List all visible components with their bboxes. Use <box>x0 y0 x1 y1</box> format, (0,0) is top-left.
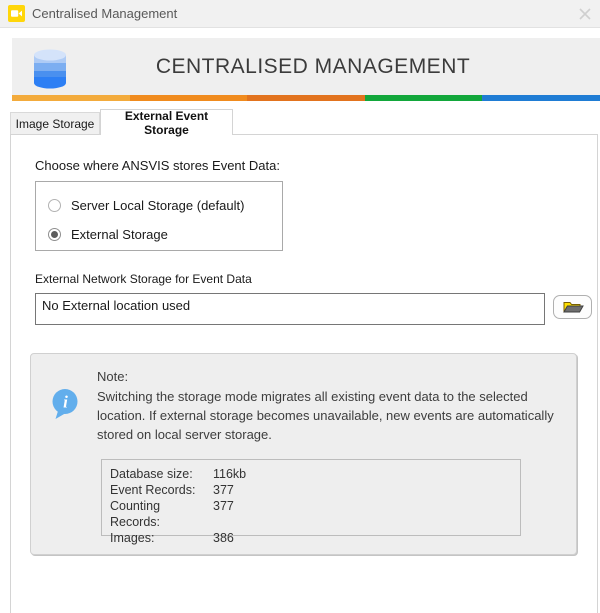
radio-option-server-local-storage[interactable]: Server Local Storage (default) <box>48 198 244 213</box>
external-storage-path-input[interactable]: No External location used <box>35 293 545 325</box>
window-title: Centralised Management <box>32 6 177 21</box>
header-stripe-segment <box>365 95 483 101</box>
stat-row-database-size: Database size: 116kb <box>110 466 512 482</box>
info-icon: i <box>51 388 79 420</box>
note-title: Note: <box>97 369 128 384</box>
header-stripe-segment <box>12 95 130 101</box>
page-title: CENTRALISED MANAGEMENT <box>142 55 470 79</box>
external-storage-label: External Network Storage for Event Data <box>35 272 252 286</box>
title-bar: Centralised Management <box>0 0 600 28</box>
stat-label: Event Records: <box>110 482 213 498</box>
tab-image-storage[interactable]: Image Storage <box>10 112 100 134</box>
stat-value: 377 <box>213 482 512 498</box>
svg-text:i: i <box>63 393 68 412</box>
radio-label: External Storage <box>71 227 168 242</box>
stat-value: 386 <box>213 530 512 546</box>
stat-value: 116kb <box>213 466 512 482</box>
stat-row-images: Images: 386 <box>110 530 512 546</box>
header-banner: CENTRALISED MANAGEMENT <box>12 38 600 95</box>
radio-button-selected[interactable] <box>48 228 61 241</box>
radio-button-unselected[interactable] <box>48 199 61 212</box>
stat-row-counting-records: Counting Records: 377 <box>110 498 512 530</box>
open-folder-icon <box>562 299 584 315</box>
video-camera-icon <box>10 7 23 20</box>
header-stripe-segment <box>247 95 365 101</box>
storage-choice-label: Choose where ANSVIS stores Event Data: <box>35 158 280 173</box>
storage-options-group: Server Local Storage (default) External … <box>35 181 283 251</box>
centralised-management-window: Centralised Management CENTRALISED MANAG… <box>0 0 600 613</box>
radio-label: Server Local Storage (default) <box>71 198 244 213</box>
tab-label: Image Storage <box>16 117 95 131</box>
storage-stats-group: Database size: 116kb Event Records: 377 … <box>101 459 521 536</box>
browse-button[interactable] <box>553 295 592 319</box>
header-stripe-segment <box>130 95 248 101</box>
tab-label: External Event Storage <box>101 109 232 137</box>
database-icon <box>30 46 70 90</box>
header-stripe-segment <box>482 95 600 101</box>
stat-row-event-records: Event Records: 377 <box>110 482 512 498</box>
stat-label: Images: <box>110 530 213 546</box>
app-icon <box>8 5 25 22</box>
stat-label: Counting Records: <box>110 498 213 530</box>
note-body: Switching the storage mode migrates all … <box>97 387 575 444</box>
close-icon[interactable] <box>574 4 596 24</box>
stat-label: Database size: <box>110 466 213 482</box>
header-stripe <box>12 95 600 101</box>
note-panel: i Note: Switching the storage mode migra… <box>30 353 577 555</box>
radio-option-external-storage[interactable]: External Storage <box>48 227 168 242</box>
stat-value: 377 <box>213 498 512 530</box>
tab-external-event-storage[interactable]: External Event Storage <box>100 109 233 135</box>
